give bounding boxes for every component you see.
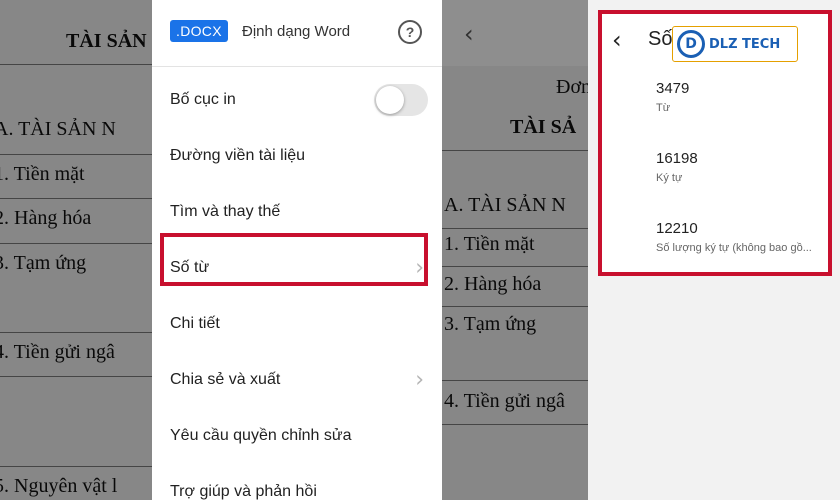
menu-item-details[interactable]: Chi tiết — [152, 296, 442, 352]
stat-characters-no-spaces-label: Số lượng ký tự (không bao gồ... — [656, 242, 812, 254]
menu-item-request-edit[interactable]: Yêu cầu quyền chỉnh sửa — [152, 408, 442, 464]
background-document-middle: ‹ Đơn TÀI SẢ A. TÀI SẢN N 1. Tiền mặt 2.… — [442, 0, 588, 500]
menu-item-label: Chia sẻ và xuất — [170, 371, 281, 388]
menu-item-label: Bố cục in — [170, 91, 236, 108]
logo-text: DLZ TECH — [709, 36, 781, 52]
back-icon[interactable]: ‹ — [612, 26, 622, 54]
docx-badge: .DOCX — [170, 20, 228, 42]
menu-item-share-export[interactable]: Chia sẻ và xuất › — [152, 352, 442, 408]
dim-overlay — [442, 0, 588, 500]
stat-characters-label: Ký tự — [656, 172, 683, 184]
stat-words-value: 3479 — [656, 80, 690, 97]
word-count-highlight — [160, 233, 428, 286]
help-icon[interactable]: ? — [398, 20, 422, 44]
toggle-knob — [376, 86, 404, 114]
menu-item-label: Tìm và thay thế — [170, 203, 281, 220]
stat-characters-no-spaces-value: 12210 — [656, 220, 698, 237]
menu-item-help-feedback[interactable]: Trợ giúp và phản hồi — [152, 464, 442, 500]
divider — [152, 66, 442, 67]
menu-item-find-replace[interactable]: Tìm và thay thế — [152, 184, 442, 240]
background-document-left: TÀI SẢN A. TÀI SẢN N 1. Tiền mặt 2. Hàng… — [0, 0, 152, 500]
dlz-tech-logo: D DLZ TECH — [672, 26, 798, 62]
format-title: Định dạng Word — [242, 23, 351, 40]
menu-item-label: Yêu cầu quyền chỉnh sửa — [170, 427, 352, 444]
stat-words-label: Từ — [656, 102, 671, 114]
menu-item-label: Trợ giúp và phản hồi — [170, 483, 317, 500]
menu-item-document-outline[interactable]: Đường viền tài liệu — [152, 128, 442, 184]
menu-item-label: Đường viền tài liệu — [170, 147, 306, 164]
chevron-right-icon: › — [415, 367, 424, 393]
logo-mark-icon: D — [677, 30, 705, 58]
stat-characters-value: 16198 — [656, 150, 698, 167]
dim-overlay — [0, 0, 152, 500]
print-layout-toggle[interactable] — [374, 84, 428, 116]
menu-item-label: Chi tiết — [170, 315, 220, 332]
